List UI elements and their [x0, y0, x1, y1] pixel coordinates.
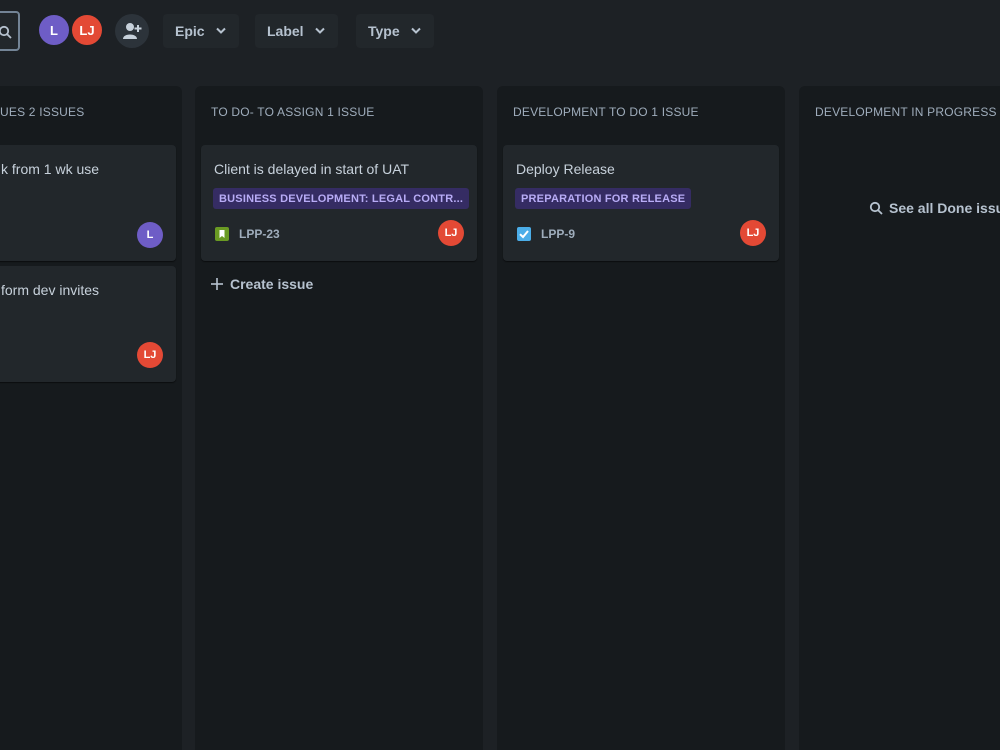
epic-filter-button[interactable]: Epic [163, 14, 239, 48]
avatar-initials: LJ [746, 227, 760, 239]
board-column-issues: UES 2 ISSUES k from 1 wk use L form dev … [0, 86, 182, 750]
filter-label: Epic [175, 23, 205, 39]
filter-label: Type [368, 23, 400, 39]
add-people-button[interactable] [115, 14, 149, 48]
issue-card[interactable]: form dev invites LJ [0, 266, 176, 382]
type-filter-button[interactable]: Type [356, 14, 434, 48]
task-icon [517, 227, 531, 241]
create-issue-label: Create issue [230, 276, 314, 292]
board-column-to-do-to-assign: TO DO- TO ASSIGN 1 ISSUE Client is delay… [195, 86, 483, 750]
assignee-avatar[interactable]: LJ [137, 342, 163, 368]
issue-key[interactable]: LPP-23 [239, 227, 280, 241]
avatar-initials: L [50, 22, 58, 38]
card-title: form dev invites [1, 282, 100, 298]
card-title: Deploy Release [516, 161, 615, 177]
add-person-icon [123, 23, 142, 39]
issue-key[interactable]: LPP-9 [541, 227, 575, 241]
card-title: k from 1 wk use [1, 161, 100, 177]
filter-label: Label [267, 23, 304, 39]
chevron-down-icon [314, 27, 325, 34]
avatar-filter-lj[interactable]: LJ [70, 13, 104, 47]
avatar-filter-l[interactable]: L [37, 13, 71, 47]
chevron-down-icon [215, 27, 226, 34]
assignee-avatar[interactable]: LJ [438, 220, 464, 246]
story-icon [215, 227, 229, 241]
board-toolbar: L LJ Epic Label Type [0, 0, 1000, 64]
issue-card[interactable]: Client is delayed in start of UAT BUSINE… [201, 145, 477, 261]
issue-card[interactable]: Deploy Release PREPARATION FOR RELEASE L… [503, 145, 779, 261]
label-filter-button[interactable]: Label [255, 14, 338, 48]
create-issue-button[interactable]: Create issue [211, 276, 313, 292]
plus-icon [211, 278, 223, 290]
issue-card[interactable]: k from 1 wk use L [0, 145, 176, 261]
epic-lozenge[interactable]: PREPARATION FOR RELEASE [515, 188, 692, 209]
epic-lozenge[interactable]: BUSINESS DEVELOPMENT: LEGAL CONTR... [213, 188, 470, 209]
avatar-initials: LJ [79, 22, 95, 38]
avatar-initials: LJ [444, 227, 458, 239]
search-input[interactable] [0, 11, 20, 51]
column-title: DEVELOPMENT IN PROGRESS [815, 105, 997, 119]
see-all-done-link[interactable]: See all Done issu [869, 200, 1000, 216]
search-icon [869, 201, 883, 215]
chevron-down-icon [410, 27, 421, 34]
avatar-initials: L [146, 229, 154, 241]
avatar-initials: LJ [143, 349, 157, 361]
assignee-avatar[interactable]: L [137, 222, 163, 248]
column-title: TO DO- TO ASSIGN 1 ISSUE [211, 105, 375, 119]
board-column-development-to-do: DEVELOPMENT TO DO 1 ISSUE Deploy Release… [497, 86, 785, 750]
column-title: UES 2 ISSUES [0, 105, 85, 119]
assignee-avatar[interactable]: LJ [740, 220, 766, 246]
see-all-done-label: See all Done issu [889, 200, 1000, 216]
search-icon [0, 25, 12, 39]
column-title: DEVELOPMENT TO DO 1 ISSUE [513, 105, 699, 119]
card-title: Client is delayed in start of UAT [214, 161, 410, 177]
board-column-development-in-progress: DEVELOPMENT IN PROGRESS See all Done iss… [799, 86, 1000, 750]
